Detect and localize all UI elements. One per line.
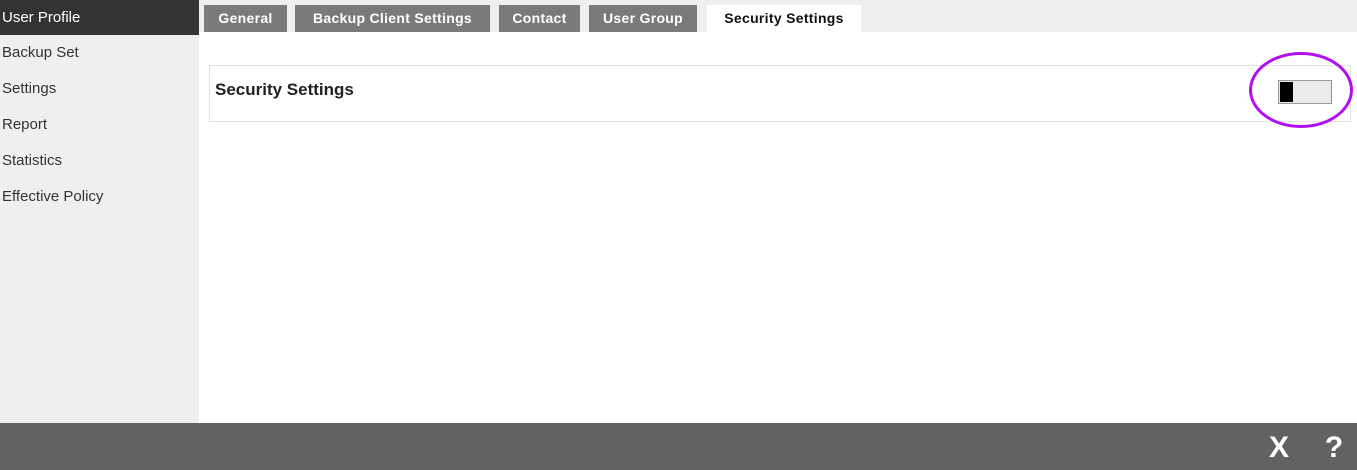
toggle-track	[1293, 82, 1330, 102]
footer-bar: X ?	[0, 423, 1357, 470]
sidebar-item-effective-policy[interactable]: Effective Policy	[0, 179, 199, 215]
security-settings-toggle[interactable]	[1278, 80, 1332, 104]
close-button[interactable]: X	[1263, 423, 1295, 470]
security-settings-panel: Security Settings	[209, 65, 1351, 122]
sidebar-item-statistics[interactable]: Statistics	[0, 143, 199, 179]
tab-bar: General Backup Client Settings Contact U…	[199, 0, 1357, 32]
main-content: General Backup Client Settings Contact U…	[199, 0, 1357, 423]
sidebar: User Profile Backup Set Settings Report …	[0, 0, 199, 423]
sidebar-item-settings[interactable]: Settings	[0, 71, 199, 107]
tab-general[interactable]: General	[204, 5, 287, 32]
tab-backup-client-settings[interactable]: Backup Client Settings	[295, 5, 490, 32]
toggle-knob	[1280, 82, 1293, 102]
sidebar-item-backup-set[interactable]: Backup Set	[0, 35, 199, 71]
sidebar-item-user-profile[interactable]: User Profile	[0, 0, 199, 35]
tab-contact[interactable]: Contact	[499, 5, 580, 32]
panel-title: Security Settings	[215, 80, 354, 99]
tab-security-settings[interactable]: Security Settings	[707, 5, 861, 32]
help-button[interactable]: ?	[1318, 423, 1350, 470]
sidebar-item-report[interactable]: Report	[0, 107, 199, 143]
tab-user-group[interactable]: User Group	[589, 5, 697, 32]
